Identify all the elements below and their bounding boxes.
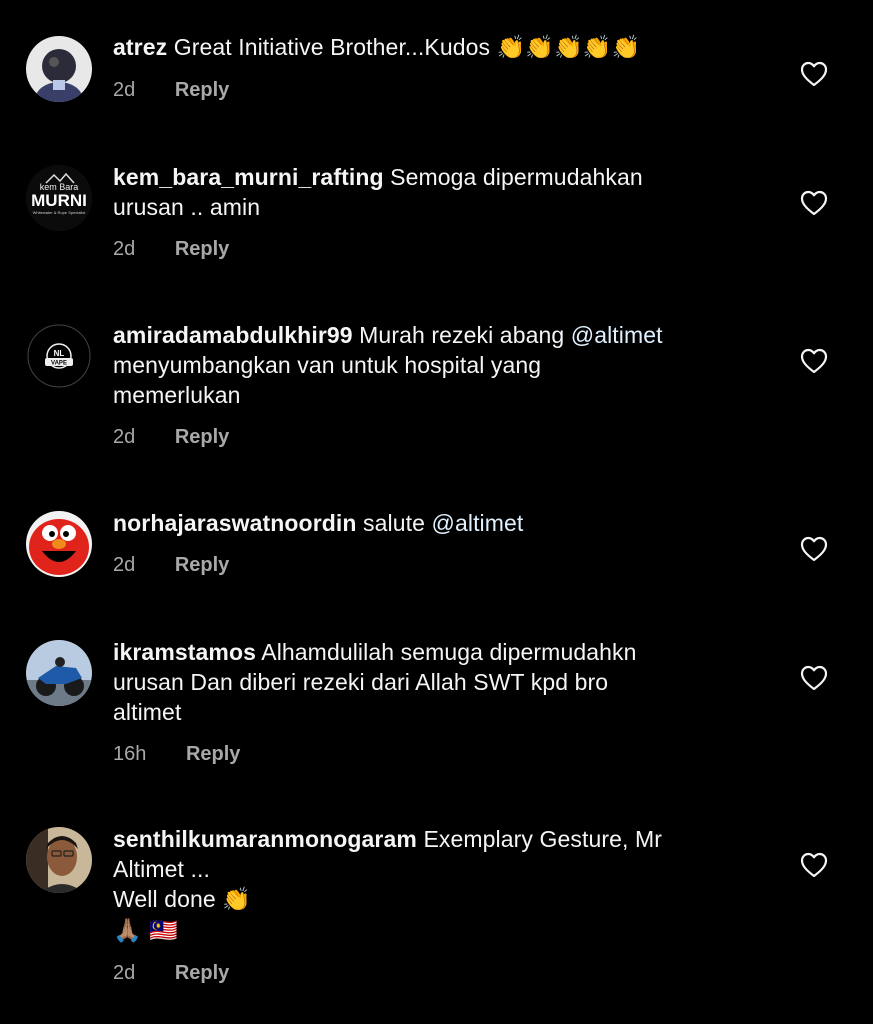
avatar[interactable] [26, 511, 92, 577]
heart-icon[interactable] [800, 61, 828, 87]
heart-icon[interactable] [800, 852, 828, 878]
praying-hands-flag-emoji: 🙏🏽 🇲🇾 [113, 918, 178, 944]
comment-age: 2d [113, 238, 136, 260]
comment-message: Alhamdulilah semuga dipermudahkn [261, 639, 637, 665]
comment-body: senthilkumaranmonogaram Exemplary Gestur… [113, 824, 753, 988]
comment-message: menyumbangkan van untuk hospital yang [113, 352, 542, 378]
username[interactable]: ikramstamos [113, 639, 256, 665]
comment-age: 2d [113, 426, 136, 448]
comment-text: ikramstamos Alhamdulilah semuga dipermud… [113, 637, 753, 727]
reply-button[interactable]: Reply [186, 743, 240, 766]
comment-message: Altimet ... [113, 856, 210, 882]
comment-text: kem_bara_murni_rafting Semoga dipermudah… [113, 162, 753, 222]
username[interactable]: norhajaraswatnoordin [113, 510, 357, 536]
mention-link[interactable]: @altimet [571, 322, 663, 348]
avatar-logo-text: NL [54, 349, 65, 358]
reply-button[interactable]: Reply [175, 79, 229, 102]
clapping-hands-emoji: 👏 [222, 887, 252, 913]
comment-body: amiradamabdulkhir99 Murah rezeki abang @… [113, 320, 753, 452]
avatar[interactable]: kem Bara MURNI Whitewater & Rope Special… [26, 165, 92, 231]
avatar[interactable]: NL VAPE [26, 323, 92, 389]
comment-text: atrez Great Initiative Brother...Kudos 👏… [113, 32, 753, 63]
avatar-logo-text: VAPE [51, 361, 67, 367]
username[interactable]: amiradamabdulkhir99 [113, 322, 353, 348]
heart-icon[interactable] [800, 665, 828, 691]
heart-icon[interactable] [800, 190, 828, 216]
comment-meta: 16h Reply [113, 743, 753, 769]
comment-message: altimet [113, 699, 182, 725]
username[interactable]: senthilkumaranmonogaram [113, 826, 417, 852]
comment-body: atrez Great Initiative Brother...Kudos 👏… [113, 32, 753, 105]
comment-text: amiradamabdulkhir99 Murah rezeki abang @… [113, 320, 753, 410]
avatar-logo-text: MURNI [31, 191, 87, 210]
avatar[interactable] [26, 640, 92, 706]
avatar[interactable] [26, 827, 92, 893]
comment-body: ikramstamos Alhamdulilah semuga dipermud… [113, 637, 753, 769]
mention-link[interactable]: @altimet [432, 510, 524, 536]
comment-age: 2d [113, 554, 136, 576]
reply-button[interactable]: Reply [175, 554, 229, 577]
comment-message: Great Initiative Brother...Kudos [173, 34, 497, 60]
comment-text: norhajaraswatnoordin salute @altimet [113, 508, 753, 538]
clapping-hands-emoji: 👏👏👏👏👏 [496, 35, 641, 61]
heart-icon[interactable] [800, 348, 828, 374]
avatar[interactable] [26, 36, 92, 102]
username[interactable]: kem_bara_murni_rafting [113, 164, 384, 190]
comment-message: salute [363, 510, 432, 536]
avatar-logo-text: Whitewater & Rope Specialist [33, 210, 87, 215]
comment-message: Semoga dipermudahkan [390, 164, 643, 190]
comment-text: senthilkumaranmonogaram Exemplary Gestur… [113, 824, 753, 946]
reply-button[interactable]: Reply [175, 962, 229, 985]
comment-message: Exemplary Gesture, Mr [423, 826, 662, 852]
comment-meta: 2d Reply [113, 426, 753, 452]
comment-meta: 2d Reply [113, 962, 753, 988]
comment-age: 16h [113, 743, 147, 765]
reply-button[interactable]: Reply [175, 238, 229, 261]
comment-meta: 2d Reply [113, 554, 753, 580]
comment-meta: 2d Reply [113, 238, 753, 264]
comment-message: Murah rezeki abang [359, 322, 571, 348]
comment-message: urusan .. amin [113, 194, 261, 220]
heart-icon[interactable] [800, 536, 828, 562]
comment-meta: 2d Reply [113, 79, 753, 105]
comment-body: norhajaraswatnoordin salute @altimet 2d … [113, 508, 753, 580]
comment-message: Well done [113, 886, 223, 912]
comment-body: kem_bara_murni_rafting Semoga dipermudah… [113, 162, 753, 264]
comment-message: urusan Dan diberi rezeki dari Allah SWT … [113, 669, 609, 695]
username[interactable]: atrez [113, 34, 167, 60]
reply-button[interactable]: Reply [175, 426, 229, 449]
comment-age: 2d [113, 962, 136, 984]
comment-age: 2d [113, 79, 136, 101]
comment-message: memerlukan [113, 382, 241, 408]
